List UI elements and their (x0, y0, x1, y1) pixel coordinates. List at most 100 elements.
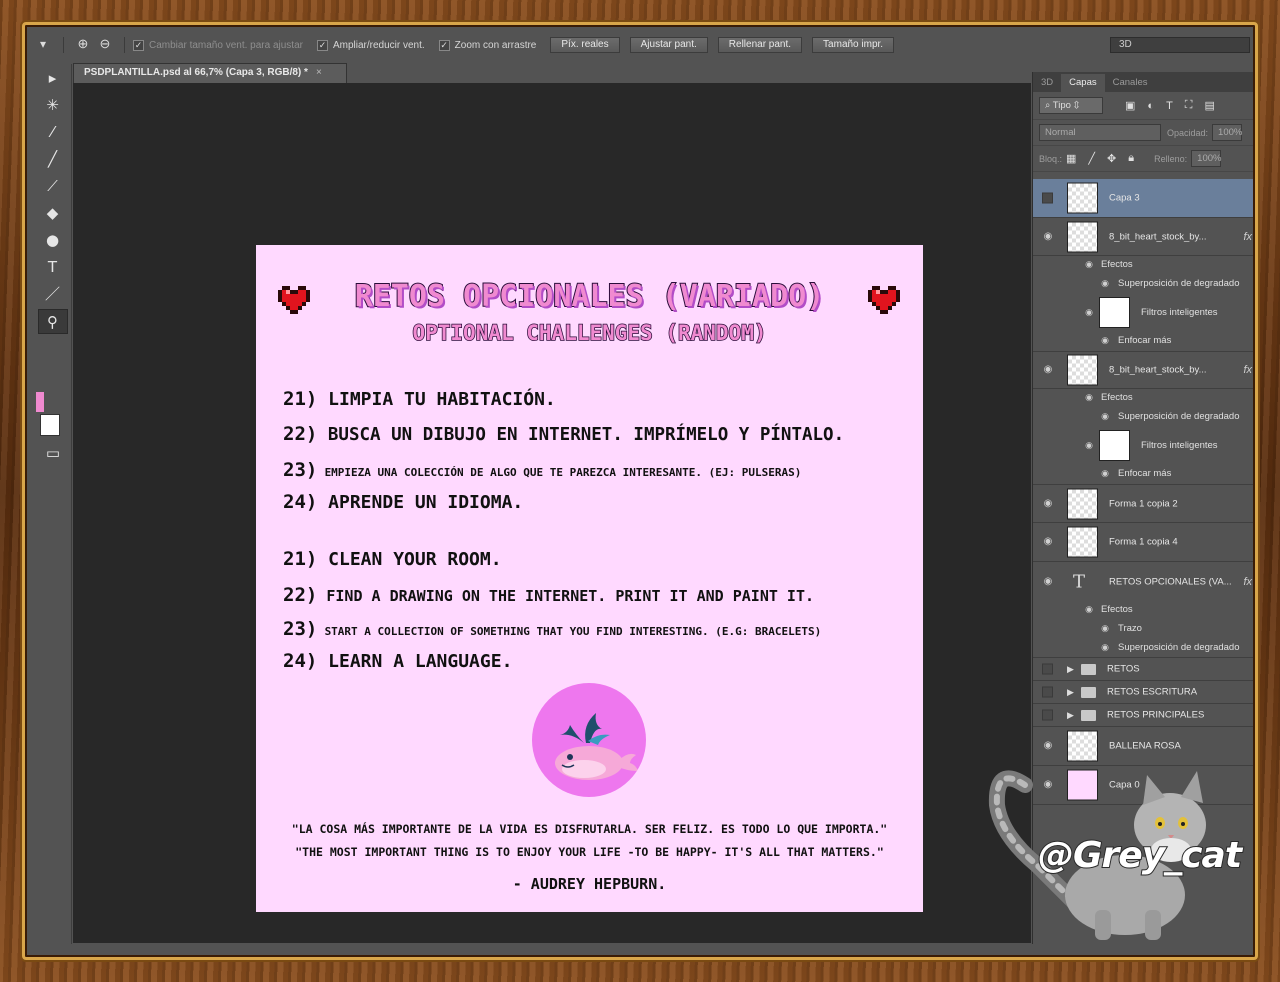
canvas-area[interactable]: RETOS OPCIONALES (VARIADO) OPTIONAL CHAL… (73, 83, 1031, 943)
layer-row[interactable]: ◉ T RETOS OPCIONALES (VA... fx (1033, 562, 1253, 601)
scrubby-zoom-checkbox[interactable]: ✓ Zoom con arrastre (438, 39, 536, 51)
fill-input[interactable]: 100% (1191, 150, 1221, 167)
layer-row[interactable]: ◉ 8_bit_heart_stock_by... fx (1033, 351, 1253, 389)
line-tool-icon[interactable]: ／ (38, 282, 68, 307)
eye-icon[interactable]: ◉ (1041, 498, 1055, 510)
zoom-tool-preset-icon[interactable]: ▾ (31, 37, 55, 53)
workspace-switcher[interactable]: 3D (1110, 37, 1250, 53)
visibility-toggle[interactable] (1042, 686, 1053, 698)
eye-icon[interactable]: ◉ (1099, 468, 1111, 479)
type-tool-icon[interactable]: T (38, 255, 68, 280)
eyedropper-icon[interactable]: ⁄ (38, 120, 68, 145)
quote-en: "THE MOST IMPORTANT THING IS TO ENJOY YO… (295, 845, 884, 859)
magic-wand-icon[interactable]: ✳ (38, 93, 68, 118)
brush-icon[interactable]: ╱ (38, 147, 68, 172)
fit-screen-button[interactable]: Ajustar pant. (629, 37, 708, 53)
zoom-tool-icon[interactable]: ⚲ (37, 309, 68, 334)
effects-row[interactable]: ◉ Efectos (1033, 256, 1253, 275)
eye-icon[interactable]: ◉ (1041, 231, 1055, 243)
document-tab[interactable]: PSDPLANTILLA.psd al 66,7% (Capa 3, RGB/8… (73, 63, 347, 83)
fill-screen-button[interactable]: Rellenar pant. (717, 37, 803, 53)
opacity-input[interactable]: 100% (1212, 124, 1242, 141)
resize-window-checkbox[interactable]: ✓ Cambiar tamaño vent. para ajustar (133, 39, 303, 51)
effect-row[interactable]: ◉ Superposición de degradado (1033, 408, 1253, 427)
challenge-number: 22) (283, 584, 318, 606)
shape-filter-icon[interactable]: ⛶ (1185, 99, 1193, 112)
layer-row[interactable]: ◉ Forma 1 copia 2 (1033, 484, 1253, 523)
layer-group-row[interactable]: ▶ RETOS ESCRITURA (1033, 681, 1253, 704)
image-filter-icon[interactable]: ▣ (1125, 99, 1135, 112)
visibility-toggle[interactable] (1042, 709, 1053, 721)
challenge-en-23: 23) START A COLLECTION OF SOMETHING THAT… (283, 618, 821, 640)
lock-image-icon[interactable]: ╱ (1088, 152, 1095, 165)
blend-mode-dropdown[interactable]: Normal (1039, 124, 1161, 141)
zoom-out-icon[interactable]: ⊖ (94, 36, 116, 54)
layer-row[interactable]: Capa 3 (1033, 179, 1253, 218)
visibility-toggle[interactable] (1042, 663, 1053, 675)
lock-position-icon[interactable]: ✥ (1107, 152, 1116, 165)
document-canvas[interactable]: RETOS OPCIONALES (VARIADO) OPTIONAL CHAL… (256, 245, 923, 912)
visibility-toggle[interactable] (1042, 192, 1053, 204)
effect-row[interactable]: ◉ Superposición de degradado (1033, 275, 1253, 294)
tab-channels[interactable]: Canales (1105, 74, 1156, 92)
filter-type-dropdown[interactable]: ⌕ Tipo ⇕ (1039, 97, 1103, 114)
checkbox-icon: ✓ (316, 39, 328, 51)
effects-row[interactable]: ◉ Efectos (1033, 601, 1253, 620)
eye-icon[interactable]: ◉ (1083, 259, 1095, 270)
foreground-color-swatch[interactable] (36, 392, 44, 412)
fx-icon[interactable]: fx (1243, 364, 1252, 376)
eye-icon[interactable]: ◉ (1099, 411, 1111, 422)
eye-icon[interactable]: ◉ (1041, 576, 1055, 588)
effects-row[interactable]: ◉ Efectos (1033, 389, 1253, 408)
layer-row[interactable]: ◉ Forma 1 copia 4 (1033, 523, 1253, 562)
dodge-icon[interactable]: ● (38, 228, 68, 253)
smart-object-filter-icon[interactable]: ▤ (1205, 99, 1215, 112)
eye-icon[interactable]: ◉ (1083, 392, 1095, 403)
layer-group-row[interactable]: ▶ RETOS PRINCIPALES (1033, 704, 1253, 727)
print-size-button[interactable]: Tamaño impr. (812, 37, 895, 53)
challenge-text: START A COLLECTION OF SOMETHING THAT YOU… (324, 625, 822, 638)
lock-all-icon[interactable]: 🔒︎ (1128, 152, 1134, 165)
eye-icon[interactable]: ◉ (1099, 278, 1111, 289)
effect-row[interactable]: ◉ Trazo (1033, 620, 1253, 639)
lock-transparent-icon[interactable]: ▦ (1066, 152, 1076, 165)
eye-icon[interactable]: ◉ (1083, 604, 1095, 615)
eye-icon[interactable]: ◉ (1083, 307, 1095, 318)
eye-icon[interactable]: ◉ (1083, 440, 1095, 451)
tab-3d[interactable]: 3D (1033, 74, 1061, 92)
layer-group-row[interactable]: ▶ RETOS (1033, 658, 1253, 681)
expand-arrow-icon[interactable]: ▶ (1067, 710, 1074, 721)
fx-icon[interactable]: fx (1243, 231, 1252, 243)
effect-row[interactable]: ◉ Superposición de degradado (1033, 639, 1253, 658)
zoom-in-icon[interactable]: ⊕ (72, 36, 94, 54)
eye-icon[interactable]: ◉ (1099, 335, 1111, 346)
history-brush-icon[interactable]: ⟋ (38, 174, 68, 199)
fx-icon[interactable]: fx (1243, 576, 1252, 588)
eye-icon[interactable]: ◉ (1099, 642, 1111, 653)
effect-label: Superposición de degradado (1118, 411, 1240, 422)
smart-filters-row[interactable]: ◉ Filtros inteligentes (1033, 294, 1253, 332)
eye-icon[interactable]: ◉ (1041, 536, 1055, 548)
folder-icon (1081, 710, 1096, 721)
paint-bucket-icon[interactable]: ◆ (38, 201, 68, 226)
zoom-all-checkbox[interactable]: ✓ Ampliar/reducir vent. (316, 39, 425, 51)
type-filter-icon[interactable]: T (1166, 100, 1173, 112)
expand-arrow-icon[interactable]: ▶ (1067, 687, 1074, 698)
adjustment-filter-icon[interactable]: ◐ (1147, 100, 1154, 112)
background-color-swatch[interactable] (40, 414, 60, 436)
layer-row[interactable]: ◉ 8_bit_heart_stock_by... fx (1033, 218, 1253, 256)
eye-icon[interactable]: ◉ (1041, 364, 1055, 376)
tab-layers[interactable]: Capas (1061, 74, 1105, 92)
layer-name: 8_bit_heart_stock_by... (1109, 364, 1207, 376)
challenge-en-24: 24) LEARN A LANGUAGE. (283, 650, 512, 672)
actual-pixels-button[interactable]: Píx. reales (550, 37, 620, 53)
expand-arrow-icon[interactable]: ▶ (1067, 664, 1074, 675)
filter-mask-thumbnail (1099, 430, 1130, 461)
smart-filters-row[interactable]: ◉ Filtros inteligentes (1033, 427, 1253, 465)
screen-mode-icon[interactable]: ▭ (38, 441, 68, 466)
close-tab-icon[interactable]: × (316, 67, 322, 78)
move-tool-icon[interactable]: ▸ (38, 66, 68, 91)
filter-row[interactable]: ◉ Enfocar más (1033, 332, 1253, 351)
filter-row[interactable]: ◉ Enfocar más (1033, 465, 1253, 484)
eye-icon[interactable]: ◉ (1099, 623, 1111, 634)
